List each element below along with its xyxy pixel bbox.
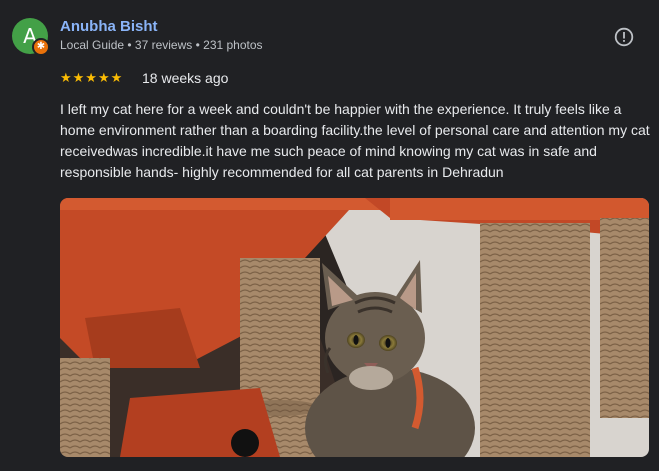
cat-photo-image [60,198,649,457]
star-rating: ★★★★★ [60,71,124,86]
review-text: I left my cat here for a week and couldn… [60,101,650,180]
report-icon [614,27,634,47]
reviewer-meta: Local Guide • 37 reviews • 231 photos [60,38,263,52]
report-button[interactable] [612,25,636,49]
review-photo[interactable] [60,198,649,457]
review-date: 18 weeks ago [142,70,229,86]
reviewer-name[interactable]: Anubha Bisht [60,18,158,35]
local-guide-badge-icon: ✱ [32,38,50,56]
